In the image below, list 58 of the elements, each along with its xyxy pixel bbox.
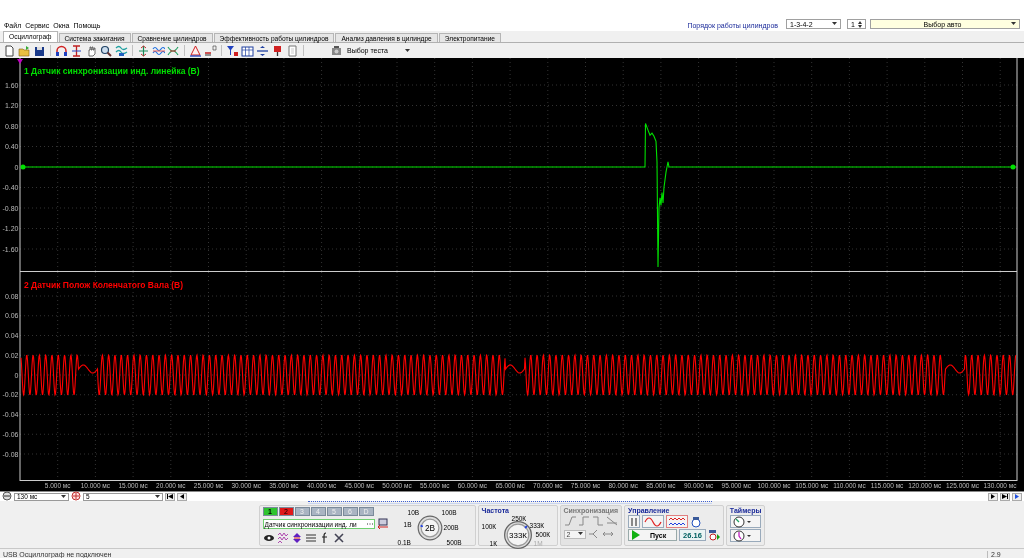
timer-button[interactable] bbox=[729, 515, 762, 528]
next-icon bbox=[991, 494, 995, 499]
dropdown-caret-icon bbox=[577, 532, 583, 536]
play-icon bbox=[1015, 494, 1019, 499]
sine-mode-button[interactable] bbox=[642, 515, 665, 528]
trigger-icon[interactable] bbox=[189, 44, 202, 57]
pause-icon bbox=[630, 516, 639, 527]
timebase-icon[interactable] bbox=[2, 490, 12, 503]
eye-icon[interactable] bbox=[262, 532, 275, 544]
clock-icon bbox=[731, 529, 752, 542]
dropdown-caret-icon bbox=[155, 494, 160, 499]
arrows-icon[interactable] bbox=[137, 44, 150, 57]
headphones-icon[interactable] bbox=[55, 44, 68, 57]
divisions-icon[interactable] bbox=[71, 490, 81, 503]
save-icon[interactable] bbox=[33, 44, 46, 57]
dropdown-caret-icon bbox=[61, 494, 66, 499]
skip-start-icon bbox=[167, 494, 173, 499]
voltage-knob[interactable]: 2В bbox=[416, 515, 443, 541]
multi-wave-button[interactable] bbox=[666, 515, 689, 528]
swap-probe-icon[interactable] bbox=[376, 518, 389, 530]
level-marker[interactable] bbox=[20, 164, 26, 170]
pin-icon[interactable] bbox=[271, 44, 284, 57]
engine-icon bbox=[330, 44, 343, 57]
zoom-icon[interactable] bbox=[100, 44, 113, 57]
recorder-play-icon[interactable] bbox=[707, 529, 720, 541]
recorder-icon[interactable] bbox=[690, 515, 703, 528]
sine-wave-icon bbox=[644, 516, 663, 527]
previous-button[interactable] bbox=[177, 492, 187, 501]
noise-icon[interactable] bbox=[276, 532, 289, 544]
level-marker[interactable] bbox=[1010, 164, 1016, 170]
spin-arrows-icon[interactable] bbox=[858, 20, 862, 28]
waveform-cross-icon[interactable] bbox=[167, 44, 180, 57]
channel-title: 2 Датчик Полож Коленчатого Вала (В) bbox=[24, 280, 183, 290]
filter-icon[interactable] bbox=[226, 44, 239, 57]
vertical-cursor-icon[interactable] bbox=[70, 44, 83, 57]
hand-icon[interactable] bbox=[85, 44, 98, 57]
waveform-icon bbox=[668, 516, 687, 527]
play-button[interactable] bbox=[1012, 492, 1022, 501]
table-icon[interactable] bbox=[241, 44, 254, 57]
waveform-stack-icon[interactable] bbox=[115, 44, 128, 57]
divide-icon[interactable] bbox=[256, 44, 269, 57]
channel-title: 1 Датчик синхронизации инд. линейка (В) bbox=[24, 66, 200, 76]
panel-handle[interactable] bbox=[308, 501, 712, 504]
tools-icon[interactable] bbox=[332, 532, 345, 544]
waveform-overlay-icon[interactable] bbox=[152, 44, 165, 57]
previous-icon bbox=[180, 494, 184, 499]
dropdown-caret-icon bbox=[832, 22, 837, 26]
pause-button[interactable] bbox=[628, 515, 641, 528]
last-page-button[interactable] bbox=[1000, 492, 1010, 501]
play-icon bbox=[632, 530, 641, 540]
timer-button[interactable] bbox=[729, 529, 762, 542]
more-icon bbox=[366, 522, 373, 526]
dropdown-caret-icon bbox=[405, 48, 410, 53]
next-button[interactable] bbox=[988, 492, 998, 501]
first-page-button[interactable] bbox=[165, 492, 175, 501]
dropdown-caret-icon bbox=[1011, 22, 1016, 26]
skip-end-icon bbox=[1002, 494, 1008, 499]
stopwatch-icon bbox=[731, 515, 752, 528]
